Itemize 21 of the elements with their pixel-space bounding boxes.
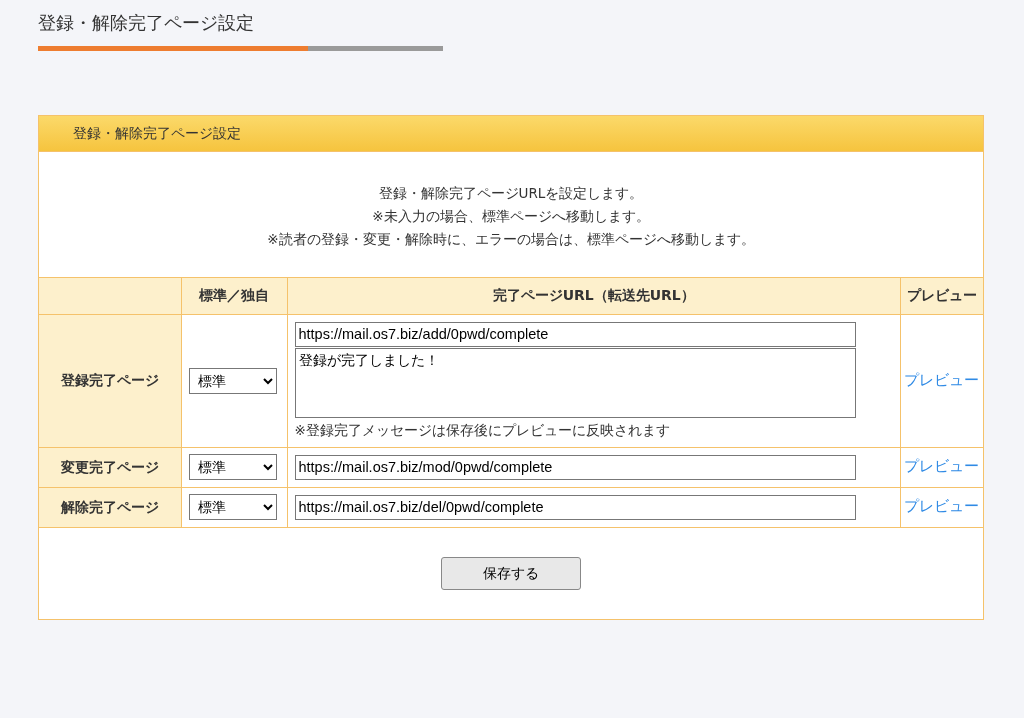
mode-select[interactable]: 標準 <box>188 454 277 481</box>
column-header: 標準／独自 <box>199 287 269 304</box>
message-field[interactable]: 登録が完了しました！ <box>294 347 856 418</box>
description-text: ※読者の登録・変更・解除時に、エラーの場合は、標準ページへ移動します。 <box>266 229 756 249</box>
url-field[interactable]: https://mail.os7.biz/mod/0pwd/complete <box>294 454 856 480</box>
url-field[interactable]: https://mail.os7.biz/add/0pwd/complete <box>294 321 856 347</box>
page-title: 登録・解除完了ページ設定 <box>38 12 255 34</box>
row-label: 変更完了ページ <box>39 447 181 488</box>
save-button[interactable]: 保存する <box>441 556 581 590</box>
mode-select[interactable]: 標準 <box>188 494 277 521</box>
url-field[interactable]: https://mail.os7.biz/del/0pwd/complete <box>294 494 856 520</box>
panel-title: 登録・解除完了ページ設定 <box>39 115 983 152</box>
column-header: 完了ページURL（転送先URL） <box>492 287 695 304</box>
row-label: 登録完了ページ <box>39 314 181 448</box>
note-text: ※登録完了メッセージは保存後にプレビューに反映されます <box>294 420 671 440</box>
preview-link[interactable]: プレビュー <box>904 371 980 388</box>
row-label: 解除完了ページ <box>39 487 181 528</box>
description-text: 登録・解除完了ページURLを設定します。 <box>377 183 645 203</box>
column-header: プレビュー <box>906 287 977 304</box>
mode-select[interactable]: 標準 <box>188 367 277 394</box>
description-text: ※未入力の場合、標準ページへ移動します。 <box>371 206 651 226</box>
